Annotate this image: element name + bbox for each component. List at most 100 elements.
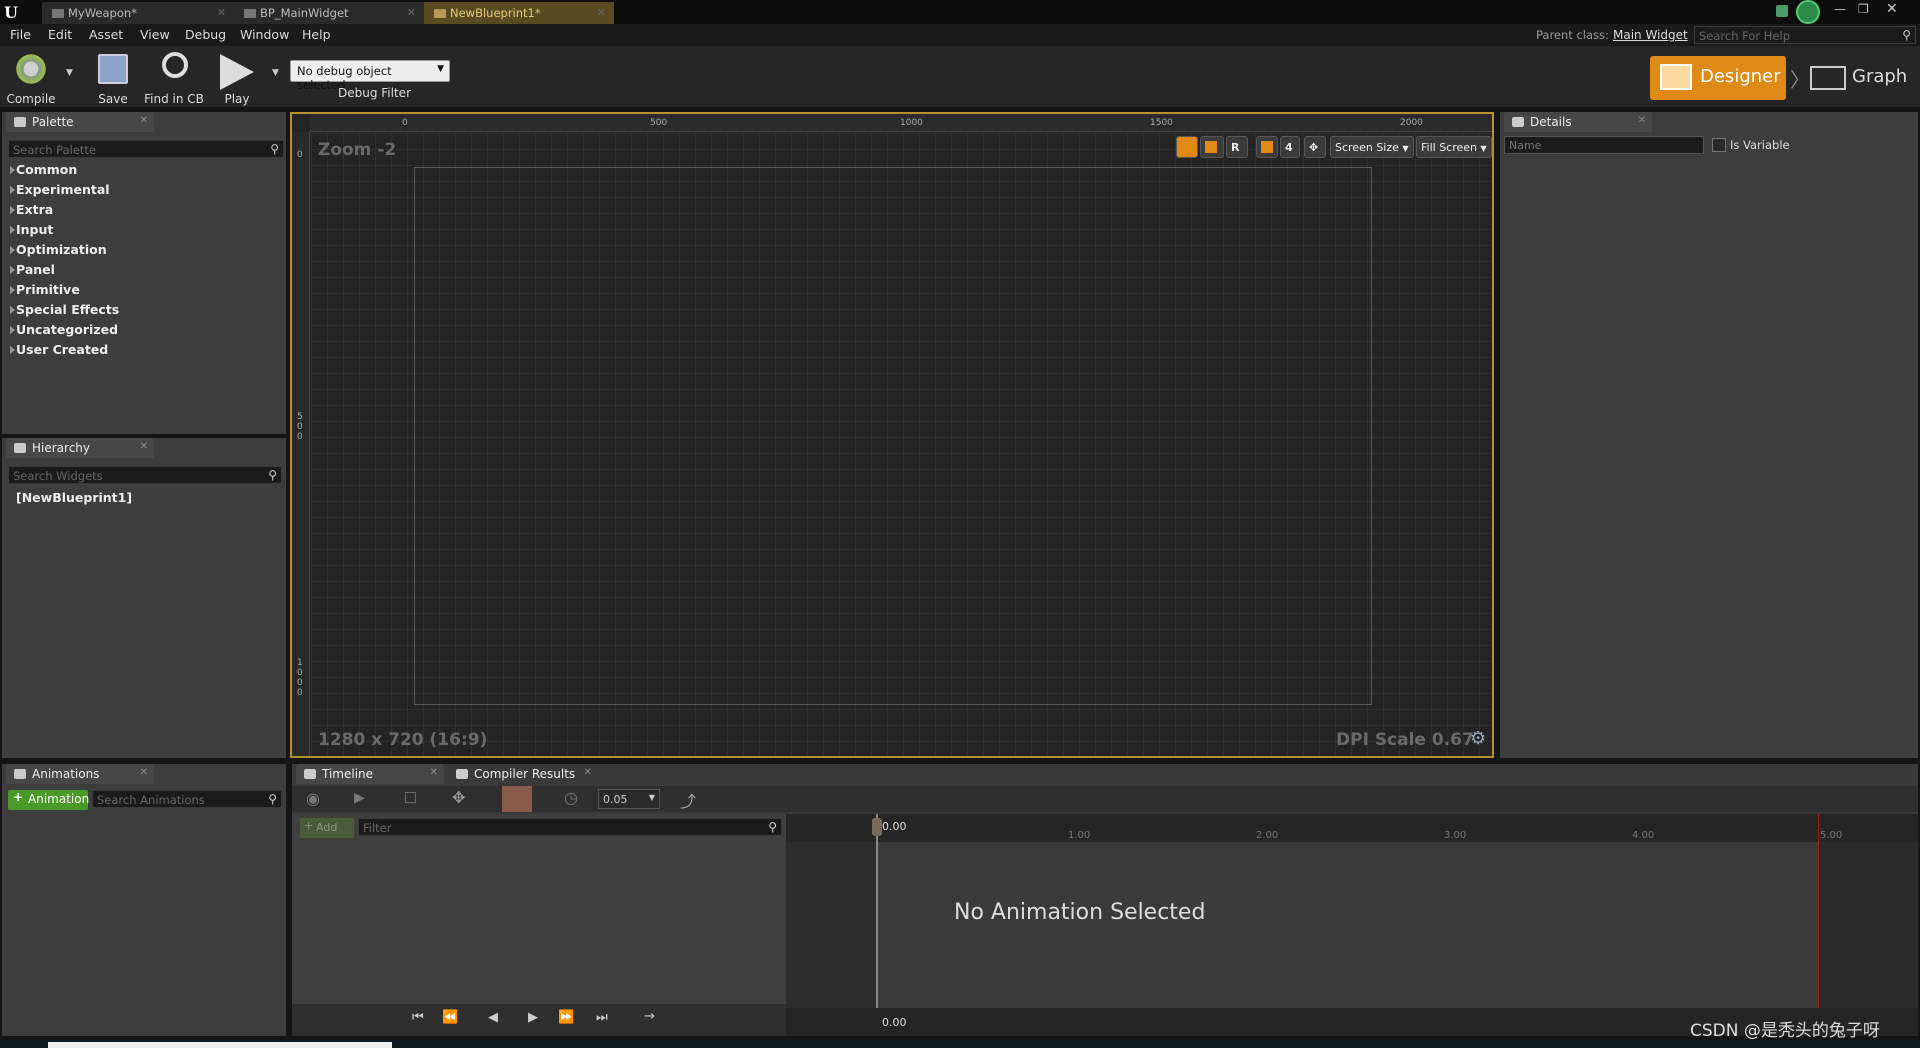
palette-search-input[interactable]: Search Palette ⚲	[8, 140, 284, 158]
loop-icon[interactable]: →	[644, 1009, 655, 1024]
notification-icon[interactable]	[1796, 0, 1820, 24]
track-filter-input[interactable]: Filter ⚲	[358, 818, 782, 836]
palette-category-experimental[interactable]: Experimental	[10, 182, 110, 197]
transform-pivot-button[interactable]: ✥	[1304, 136, 1326, 158]
filter-placeholder: Filter	[363, 821, 392, 835]
save-button[interactable]: Save	[90, 50, 136, 106]
snap-icon[interactable]: ✥	[452, 788, 465, 807]
animations-search-input[interactable]: Search Animations ⚲	[92, 790, 282, 808]
outline-toggle-button[interactable]	[1176, 136, 1198, 158]
screen-size-dropdown[interactable]: Screen Size ▼	[1330, 136, 1414, 158]
tab-newblueprint1[interactable]: NewBlueprint1* ✕	[424, 2, 614, 24]
jump-to-start-icon[interactable]: ⏮	[412, 1010, 424, 1025]
magnifier-icon	[162, 52, 188, 78]
close-icon[interactable]: ✕	[217, 6, 226, 19]
tab-palette[interactable]: Palette ✕	[6, 112, 154, 132]
source-control-icon[interactable]	[1776, 5, 1788, 17]
step-forward-icon[interactable]: ⏩	[558, 1010, 574, 1025]
compile-options-dropdown[interactable]: ▼	[66, 68, 73, 78]
curve-editor-icon[interactable]: ⤴	[680, 788, 696, 812]
menu-view[interactable]: View	[140, 27, 170, 42]
grid-snap-toggle[interactable]	[1256, 136, 1278, 158]
menu-help[interactable]: Help	[302, 27, 331, 42]
parent-class-link[interactable]: Main Widget	[1613, 28, 1688, 42]
menu-debug[interactable]: Debug	[185, 27, 226, 42]
menu-file[interactable]: File	[10, 27, 31, 42]
add-track-button[interactable]: + Add	[300, 818, 354, 838]
tab-hierarchy[interactable]: Hierarchy ✕	[6, 438, 154, 458]
eye-icon[interactable]: ◉	[306, 789, 320, 808]
palette-category-user-created[interactable]: User Created	[9, 342, 108, 357]
close-icon[interactable]: ✕	[140, 115, 148, 126]
hierarchy-root-item[interactable]: [NewBlueprint1]	[16, 490, 132, 505]
search-icon: ⚲	[1902, 28, 1911, 42]
r-label: R	[1231, 141, 1240, 154]
record-button[interactable]	[502, 786, 532, 812]
play-reverse-icon[interactable]: ◀	[488, 1010, 498, 1025]
search-icon: ⚲	[768, 820, 777, 834]
timeline-track-area[interactable]: 0.00 1.00 2.00 3.00 4.00 5.00 No Animati…	[786, 814, 1918, 1036]
widget-name-field[interactable]: Name	[1504, 136, 1704, 154]
find-in-cb-button[interactable]: Find in CB	[142, 50, 206, 106]
localization-preview-button[interactable]: R	[1226, 136, 1248, 158]
palette-category-uncategorized[interactable]: Uncategorized	[9, 322, 118, 337]
palette-category-primitive[interactable]: Primitive	[10, 282, 80, 297]
animation-icon	[14, 769, 26, 779]
menu-edit[interactable]: Edit	[48, 27, 72, 42]
close-icon[interactable]: ✕	[430, 767, 438, 778]
fill-screen-dropdown[interactable]: Fill Screen ▼	[1416, 136, 1492, 158]
debug-object-select[interactable]: No debug object selected ▼	[290, 60, 450, 92]
palette-category-extra[interactable]: Extra	[9, 202, 53, 217]
hierarchy-search-input[interactable]: Search Widgets ⚲	[8, 466, 282, 484]
step-back-icon[interactable]: ⏪	[442, 1010, 458, 1025]
menu-asset[interactable]: Asset	[89, 27, 123, 42]
jump-to-end-icon[interactable]: ⏭	[596, 1010, 608, 1025]
restore-button[interactable]: ❐	[1858, 2, 1874, 16]
is-variable-checkbox[interactable]	[1712, 138, 1726, 152]
menu-window[interactable]: Window	[240, 27, 289, 42]
designer-icon	[1660, 64, 1692, 90]
watermark: CSDN @是秃头的兔子呀	[1690, 1021, 1880, 1041]
palette-category-special-effects[interactable]: Special Effects	[9, 302, 119, 317]
palette-category-panel[interactable]: Panel	[10, 262, 55, 277]
compile-button[interactable]: Compile	[4, 50, 58, 106]
close-icon[interactable]: ✕	[584, 767, 592, 778]
gear-icon[interactable]: ⚙	[1470, 728, 1486, 749]
close-icon[interactable]: ✕	[140, 441, 148, 452]
tab-animations[interactable]: Animations ✕	[6, 764, 154, 784]
tab-myweapon[interactable]: MyWeapon* ✕	[42, 2, 234, 24]
play-options-dropdown[interactable]: ▼	[272, 68, 279, 78]
close-window-button[interactable]: ✕	[1886, 1, 1902, 17]
tab-timeline[interactable]: Timeline ✕	[296, 764, 444, 784]
graph-mode-button[interactable]: Graph	[1806, 56, 1916, 100]
help-search-input[interactable]: Search For Help ⚲	[1694, 26, 1916, 44]
palette-category-input[interactable]: Input	[9, 222, 53, 237]
selection-icon[interactable]: □	[404, 789, 417, 805]
play-forward-icon[interactable]: ▶	[528, 1010, 538, 1025]
tab-details[interactable]: Details ✕	[1504, 112, 1652, 132]
playhead-handle[interactable]	[872, 818, 882, 836]
help-search-placeholder: Search For Help	[1699, 29, 1791, 43]
tab-compiler-results[interactable]: Compiler Results ✕	[448, 764, 598, 784]
play-button[interactable]: Play	[212, 50, 262, 106]
playhead[interactable]	[876, 814, 878, 1036]
designer-viewport[interactable]: 0 500 1000 1500 2000 0 5 0 0 1 0 0 0 Zoo…	[290, 112, 1494, 758]
add-animation-button[interactable]: + Animation	[8, 790, 89, 810]
respect-locks-button[interactable]	[1200, 136, 1224, 158]
animations-search-placeholder: Search Animations	[97, 793, 205, 807]
tab-bp-mainwidget[interactable]: BP_MainWidget ✕	[234, 2, 424, 24]
current-time-label: 0.00	[882, 820, 907, 833]
ruler-v-label: 1 0 0 0	[297, 658, 303, 698]
close-icon[interactable]: ✕	[140, 767, 148, 778]
palette-category-common[interactable]: Common	[9, 162, 77, 177]
palette-category-optimization[interactable]: Optimization	[10, 242, 107, 257]
step-value-select[interactable]: 0.05 ▼	[598, 789, 660, 809]
close-icon[interactable]: ✕	[1638, 115, 1646, 126]
close-icon[interactable]: ✕	[597, 6, 606, 19]
time-tick: 3.00	[1444, 830, 1467, 841]
grid-snap-value[interactable]: 4	[1280, 136, 1300, 158]
close-icon[interactable]: ✕	[407, 6, 416, 19]
designer-mode-button[interactable]: Designer	[1650, 56, 1786, 100]
minimize-button[interactable]: —	[1834, 2, 1850, 16]
play-options-icon[interactable]: ▶	[354, 790, 365, 806]
